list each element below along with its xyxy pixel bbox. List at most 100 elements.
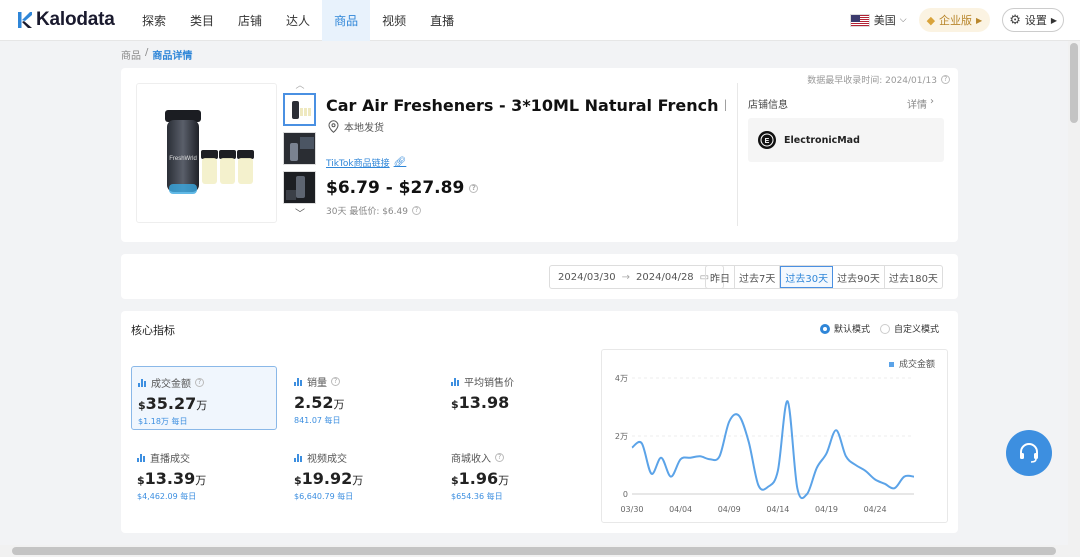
metric-value: $13.39万 [137, 469, 271, 488]
metric-avg-price[interactable]: 平均销售价 $13.98 [445, 366, 591, 430]
scrollbar-thumb[interactable] [1070, 43, 1078, 123]
range-30d[interactable]: 过去30天 [780, 266, 834, 288]
bar-chart-icon [294, 453, 303, 462]
metric-label-text: 直播成交 [150, 454, 190, 465]
chevron-up-icon[interactable]: ︿ [283, 81, 317, 93]
currency-symbol: $ [451, 398, 459, 411]
mode-toggle: 默认模式 自定义模式 [820, 322, 939, 335]
currency-symbol: $ [294, 474, 302, 487]
chevron-right-icon: › [930, 96, 934, 107]
metric-daily: $4,462.09 每日 [137, 492, 197, 501]
svg-text:FreshWrld: FreshWrld [169, 156, 197, 162]
nav-live[interactable]: 直播 [418, 0, 466, 41]
x-tick-label: 04/14 [766, 505, 789, 514]
shop-name: ElectronicMad [784, 134, 860, 146]
nav-creator[interactable]: 达人 [274, 0, 322, 41]
kalodata-logo-icon [18, 12, 32, 28]
nav-video[interactable]: 视频 [370, 0, 418, 41]
settings-button[interactable]: ⚙ 设置 ▶ [1002, 8, 1064, 32]
nav-product[interactable]: 商品 [322, 0, 371, 41]
thumbnail-1[interactable] [283, 93, 316, 126]
tiktok-link-label: TikTok商品链接 [326, 159, 390, 169]
currency-symbol: $ [138, 399, 146, 412]
breadcrumb-current: 商品详情 [152, 51, 193, 62]
chevron-down-icon[interactable]: ﹀ [283, 210, 317, 222]
air-freshener-image: FreshWrld [165, 110, 254, 194]
shop-logo-icon: E [758, 131, 776, 149]
horizontal-scrollbar[interactable] [0, 545, 1080, 557]
metric-video[interactable]: 视频成交 $19.92万 $6,640.79 每日 [288, 442, 434, 506]
nav-category[interactable]: 类目 [178, 0, 226, 41]
series-line-gmv [631, 400, 915, 500]
mode-default[interactable]: 默认模式 [820, 322, 870, 335]
radio-unchecked-icon [880, 323, 891, 334]
metric-sales[interactable]: 销量 ? 2.52万 841.07 每日 [288, 366, 434, 430]
gmv-chart-box: 4万 2万 0 03/30 04/04 04/09 04/14 04/19 04/24 成交金额 [601, 349, 948, 523]
metric-value: $1.96万 [451, 469, 585, 488]
region-selector[interactable]: 美国 ⌵ [849, 12, 907, 28]
product-main-image[interactable]: FreshWrld [136, 83, 277, 223]
price-range: $6.79 - $27.89 ? [326, 178, 479, 198]
enterprise-label: 企业版 [939, 14, 973, 27]
metric-number: 13.98 [458, 393, 510, 412]
details-label: 详情 [907, 100, 927, 111]
help-icon[interactable]: ? [941, 75, 950, 84]
nav-shop[interactable]: 店铺 [226, 0, 274, 41]
tiktok-product-link[interactable]: TikTok商品链接 🔗︎ [326, 156, 406, 169]
currency-symbol: $ [137, 474, 145, 487]
gmv-line-chart[interactable]: 4万 2万 0 03/30 04/04 04/09 04/14 04/19 04/24 成交金额 [602, 350, 947, 522]
range-90d[interactable]: 过去90天 [833, 266, 885, 288]
capture-time: 数据最早收录时间: 2024/01/13 ? [807, 73, 950, 86]
metric-label-text: 商城收入 [451, 454, 491, 465]
breadcrumb-root[interactable]: 商品 [121, 47, 141, 62]
logo[interactable]: Kalodata [18, 9, 115, 30]
thumbnail-2[interactable] [283, 132, 316, 165]
range-7d[interactable]: 过去7天 [735, 266, 781, 288]
product-card: 数据最早收录时间: 2024/01/13 ? FreshWrld ︿ ﹀ Car… [121, 68, 958, 242]
lowest-price: 30天 最低价: $6.49 ? [326, 204, 421, 217]
help-icon[interactable]: ? [331, 377, 340, 386]
shop-box[interactable]: E ElectronicMad [748, 118, 944, 162]
thumbnail-3[interactable] [283, 171, 316, 204]
radio-checked-icon [820, 323, 830, 334]
lowest-price-text: 30天 最低价: $6.49 [326, 207, 408, 217]
nav-explore[interactable]: 探索 [130, 0, 178, 41]
y-tick-label: 0 [623, 490, 628, 499]
range-180d[interactable]: 过去180天 [885, 266, 942, 288]
metric-daily: $654.36 每日 [451, 492, 503, 501]
metric-number: 1.96 [458, 469, 499, 488]
metric-mall[interactable]: 商城收入 ? $1.96万 $654.36 每日 [445, 442, 591, 506]
metric-unit: 万 [195, 474, 207, 487]
metric-number: 2.52 [294, 393, 334, 412]
vertical-scrollbar[interactable] [1068, 41, 1080, 545]
scrollbar-thumb[interactable] [12, 547, 1056, 555]
core-metrics-card: 核心指标 默认模式 自定义模式 成交金额 ? $35.27万 $1.18万 每日… [121, 311, 958, 533]
metric-daily: $6,640.79 每日 [294, 492, 354, 501]
capture-time-text: 数据最早收录时间: 2024/01/13 [807, 76, 937, 86]
metric-daily: $1.18万 每日 [138, 417, 188, 426]
link-icon: 🔗︎ [393, 157, 407, 168]
date-range-picker[interactable]: 2024/03/30 → 2024/04/28 ▭ [549, 265, 724, 289]
help-icon[interactable]: ? [411, 206, 421, 215]
top-right-controls: 美国 ⌵ ◆ 企业版 ▶ ⚙ 设置 ▶ [849, 8, 1064, 32]
x-tick-label: 04/19 [815, 505, 838, 514]
range-yesterday[interactable]: 昨日 [706, 266, 735, 288]
breadcrumb-sep: / [145, 47, 149, 58]
metric-number: 19.92 [301, 469, 353, 488]
shop-details-link[interactable]: 详情 › [907, 96, 934, 111]
metric-unit: 万 [352, 474, 364, 487]
enterprise-badge[interactable]: ◆ 企业版 ▶ [918, 8, 991, 32]
metric-unit: 万 [498, 474, 510, 487]
metric-label-text: 视频成交 [307, 454, 347, 465]
help-icon[interactable]: ? [195, 378, 204, 387]
metric-live[interactable]: 直播成交 $13.39万 $4,462.09 每日 [131, 442, 277, 506]
y-tick-label: 2万 [615, 432, 628, 441]
metric-gmv[interactable]: 成交金额 ? $35.27万 $1.18万 每日 [131, 366, 277, 430]
mode-custom[interactable]: 自定义模式 [880, 322, 939, 335]
help-icon[interactable]: ? [495, 453, 504, 462]
currency-symbol: $ [451, 474, 459, 487]
customer-support-button[interactable] [1006, 430, 1052, 476]
legend-marker [889, 362, 894, 367]
gear-icon: ⚙ [1009, 12, 1021, 28]
help-icon[interactable]: ? [469, 183, 479, 193]
